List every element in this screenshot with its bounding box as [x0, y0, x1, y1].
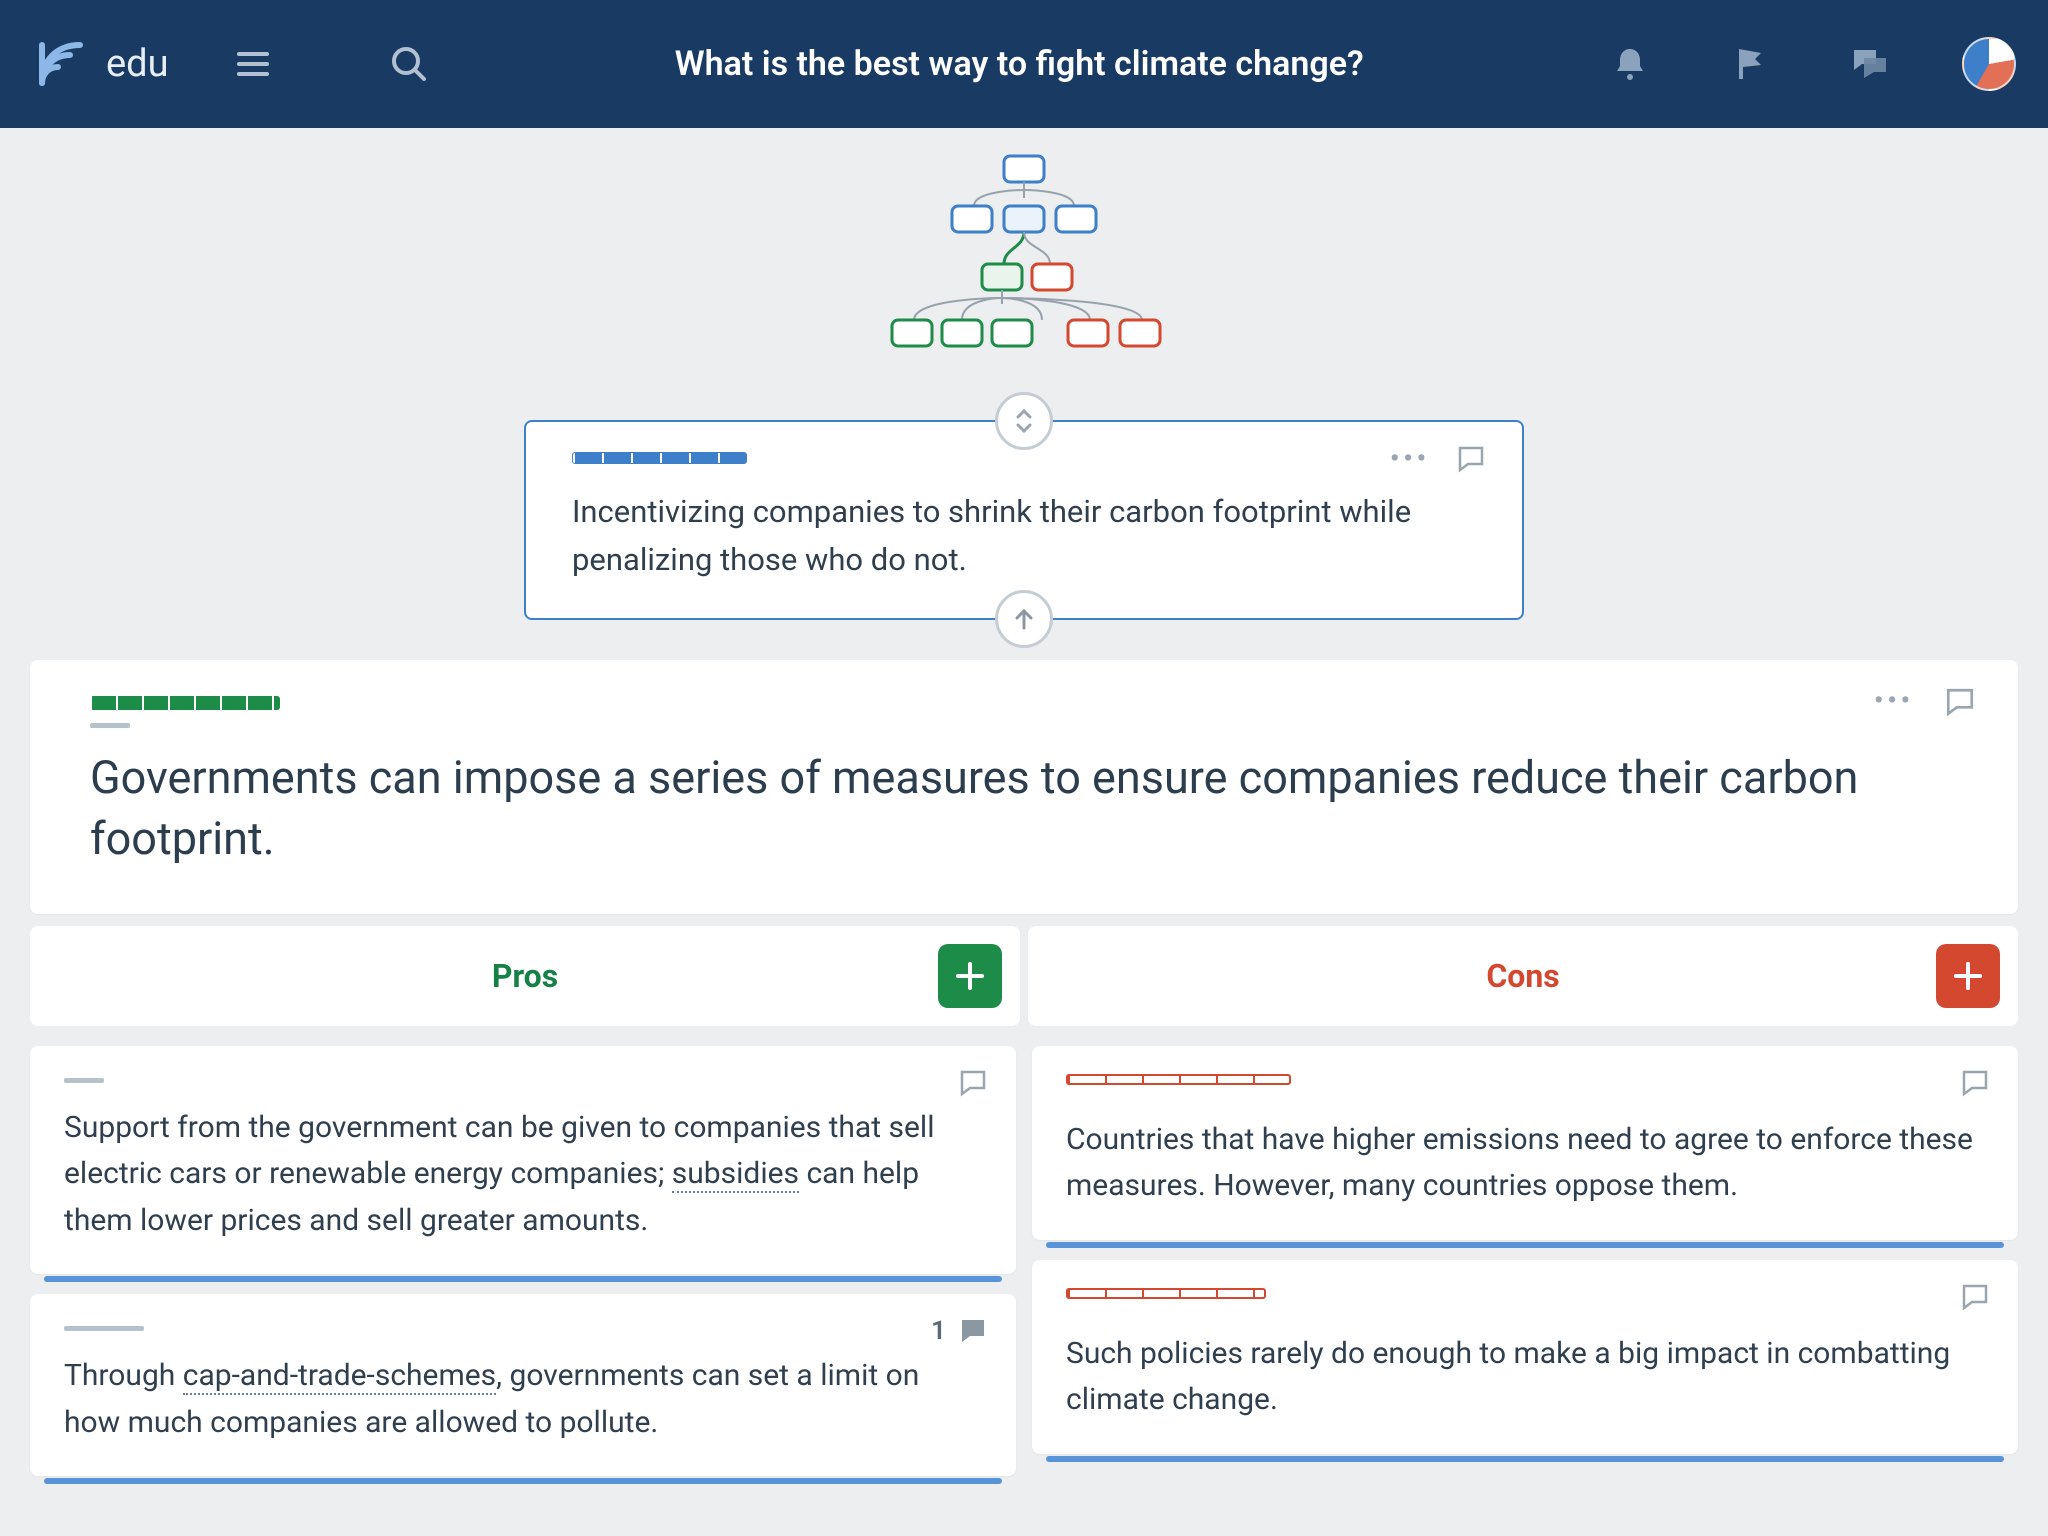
rating-bar [572, 452, 747, 464]
con-text: Such policies rarely do enough to make a… [1066, 1331, 1984, 1424]
main-claim-text: Governments can impose a series of measu… [90, 748, 1958, 870]
comment-icon[interactable] [1944, 686, 1976, 718]
cons-label: Cons [1486, 957, 1559, 995]
cons-header: Cons [1028, 926, 2018, 1026]
more-icon[interactable]: ••• [1874, 686, 1914, 718]
rating-subline [64, 1326, 144, 1331]
pro-text: Support from the government can be given… [64, 1105, 982, 1245]
page-title: What is the best way to fight climate ch… [477, 44, 1562, 84]
arguments-row: Support from the government can be given… [30, 1046, 2018, 1477]
navigate-up-icon[interactable] [995, 590, 1053, 648]
comment-icon[interactable] [1456, 444, 1486, 474]
pro-text: Through cap-and-trade-schemes, governmen… [64, 1353, 982, 1446]
rating-bar [1066, 1074, 1291, 1085]
header-actions [1602, 36, 2016, 92]
parent-claim-text: Incentivizing companies to shrink their … [572, 488, 1476, 584]
logo-text: edu [106, 42, 169, 86]
collapse-toggle-icon[interactable] [995, 392, 1053, 450]
cons-column: Countries that have higher emissions nee… [1032, 1046, 2018, 1477]
comment-count[interactable]: 1 [931, 1316, 988, 1346]
add-con-button[interactable] [1936, 944, 2000, 1008]
con-card[interactable]: Countries that have higher emissions nee… [1032, 1046, 2018, 1240]
rating-subline [90, 723, 130, 728]
rating-subline [64, 1078, 104, 1083]
logo-icon [32, 35, 90, 93]
logo-cluster[interactable]: edu [32, 35, 169, 93]
avatar[interactable] [1962, 37, 2016, 91]
con-text: Countries that have higher emissions nee… [1066, 1117, 1984, 1210]
pro-card[interactable]: Support from the government can be given… [30, 1046, 1016, 1275]
comment-icon[interactable] [1960, 1282, 1990, 1312]
pros-column: Support from the government can be given… [30, 1046, 1016, 1477]
comment-icon[interactable] [1960, 1068, 1990, 1098]
con-card[interactable]: Such policies rarely do enough to make a… [1032, 1260, 2018, 1454]
rating-bar [90, 696, 280, 710]
pros-header: Pros [30, 926, 1020, 1026]
search-icon[interactable] [381, 36, 437, 92]
add-pro-button[interactable] [938, 944, 1002, 1008]
comment-icon[interactable] [958, 1068, 988, 1098]
flag-icon[interactable] [1722, 36, 1778, 92]
top-bar: edu What is the best way to fight climat… [0, 0, 2048, 128]
parent-claim-card[interactable]: ••• Incentivizing companies to shrink th… [524, 420, 1524, 620]
messages-icon[interactable] [1842, 36, 1898, 92]
pro-card[interactable]: 1 Through cap-and-trade-schemes, governm… [30, 1294, 1016, 1476]
pros-label: Pros [492, 957, 558, 995]
bell-icon[interactable] [1602, 36, 1658, 92]
menu-icon[interactable] [225, 36, 281, 92]
main-claim-card[interactable]: ••• Governments can impose a series of m… [30, 660, 2018, 914]
rating-bar [1066, 1288, 1266, 1299]
minimap[interactable] [0, 128, 2048, 408]
pros-cons-header-row: Pros Cons [30, 926, 2018, 1026]
more-icon[interactable]: ••• [1390, 444, 1430, 474]
